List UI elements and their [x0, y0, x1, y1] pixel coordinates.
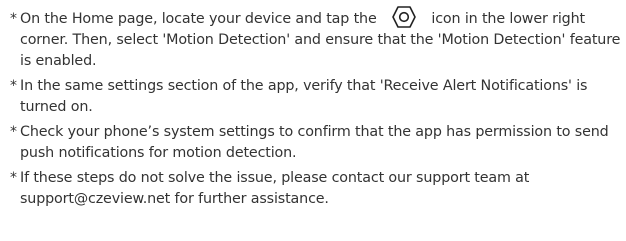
list-item-text: In the same settings section of the app,…: [20, 78, 588, 115]
instructions-list: * On the Home page, locate your device a…: [10, 6, 622, 214]
bullet: *: [10, 11, 17, 27]
list-item: * In the same settings section of the ap…: [10, 76, 622, 118]
bullet: *: [10, 124, 17, 140]
list-item: * On the Home page, locate your device a…: [10, 6, 622, 72]
list-item-text: Check your phone’s system settings to co…: [20, 124, 609, 161]
list-item: * Check your phone’s system settings to …: [10, 122, 622, 164]
list-item-text: On the Home page, locate your device and…: [20, 6, 622, 72]
settings-hexagon-icon: [387, 5, 421, 29]
list-item: * If these steps do not solve the issue,…: [10, 168, 622, 210]
bullet: *: [10, 170, 17, 186]
bullet: *: [10, 78, 17, 94]
step-1-text-before: On the Home page, locate your device and…: [20, 11, 381, 27]
list-item-text: If these steps do not solve the issue, p…: [20, 170, 530, 207]
